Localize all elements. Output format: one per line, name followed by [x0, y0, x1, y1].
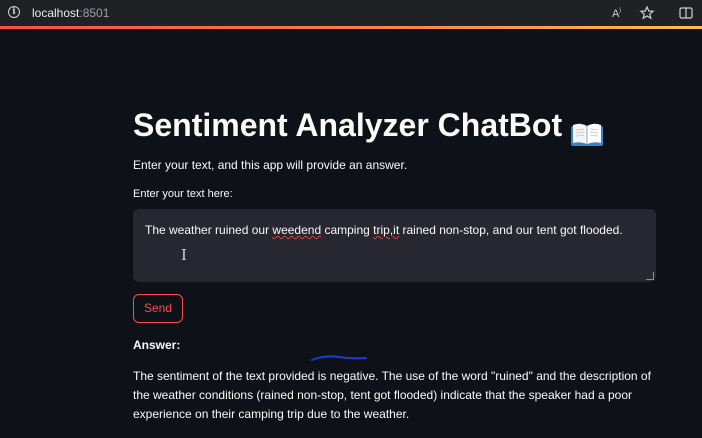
split-screen-icon[interactable] — [678, 5, 694, 21]
open-book-icon — [570, 112, 604, 146]
input-text-part: rained non-stop, and our tent got floode… — [399, 223, 623, 237]
page-title-text: Sentiment Analyzer ChatBot — [133, 107, 563, 143]
resize-handle-icon[interactable] — [646, 272, 654, 280]
read-aloud-icon[interactable]: A) — [610, 5, 626, 21]
app-decoration-bar — [0, 26, 702, 29]
answer-text: The sentiment of the text provided is ne… — [133, 355, 656, 424]
browser-toolbar: i localhost:8501 A) — [0, 0, 702, 27]
info-icon[interactable]: i — [8, 6, 20, 18]
favorite-star-icon[interactable] — [639, 5, 655, 21]
send-button[interactable]: Send — [133, 294, 184, 323]
input-text-part: camping — [321, 223, 374, 237]
pen-annotation-stroke — [311, 355, 367, 361]
page-title: Sentiment Analyzer ChatBot — [133, 100, 656, 150]
text-input-area[interactable]: The weather ruined our weedend camping t… — [133, 209, 656, 282]
text-cursor-icon: I — [181, 246, 187, 264]
url-host: localhost — [32, 6, 80, 20]
input-text-part: The weather ruined our — [145, 223, 273, 237]
misspelled-word: weedend — [272, 223, 322, 237]
answer-label: Answer: — [133, 338, 181, 352]
address-bar[interactable]: localhost:8501 — [32, 6, 109, 20]
main-content: Sentiment Analyzer ChatBot Enter your te… — [133, 100, 656, 424]
app-description: Enter your text, and this app will provi… — [133, 158, 408, 172]
url-port: :8501 — [79, 6, 110, 20]
text-input-label: Enter your text here: — [133, 188, 233, 200]
svg-text:): ) — [619, 8, 621, 14]
misspelled-word: trip,it — [373, 223, 400, 237]
answer-text-body: The sentiment of the text provided is ne… — [133, 369, 651, 421]
